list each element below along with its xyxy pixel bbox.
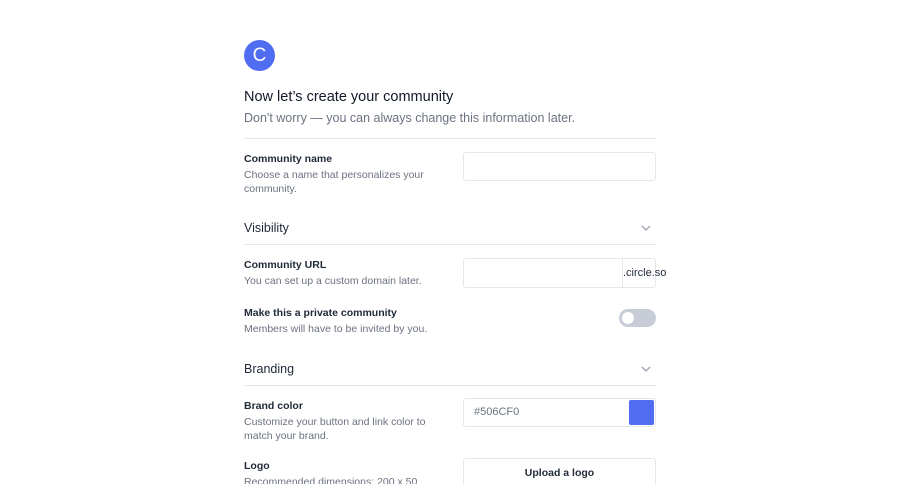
logo-label: Logo: [244, 460, 270, 472]
community-name-label: Community name: [244, 153, 333, 165]
brand-color-description: Customize your button and link color to …: [244, 416, 426, 442]
community-url-label: Community URL: [244, 259, 327, 271]
url-suffix: .circle.so: [622, 259, 666, 287]
brand-color-swatch[interactable]: [629, 400, 654, 425]
page-subtitle: Don't worry — you can always change this…: [244, 111, 576, 125]
brand-color-field[interactable]: #506CF0: [463, 398, 656, 427]
visibility-section-title: Visibility: [244, 221, 289, 235]
community-name-input[interactable]: [463, 152, 656, 181]
community-name-description: Choose a name that personalizes your com…: [244, 169, 424, 195]
private-community-toggle[interactable]: [619, 309, 656, 327]
branding-section-title: Branding: [244, 362, 295, 376]
community-url-description: You can set up a custom domain later.: [244, 275, 422, 287]
divider: [244, 385, 656, 386]
brand-color-value[interactable]: #506CF0: [474, 399, 519, 426]
community-avatar: C: [244, 40, 275, 71]
brand-color-label: Brand color: [244, 400, 303, 412]
private-community-description: Members will have to be invited by you.: [244, 323, 428, 335]
upload-logo-button[interactable]: Upload a logo: [463, 458, 656, 484]
chevron-down-icon[interactable]: [640, 364, 652, 374]
toggle-knob: [622, 312, 634, 324]
divider: [244, 244, 656, 245]
chevron-down-icon[interactable]: [640, 223, 652, 233]
logo-description: Recommended dimensions: 200 x 50: [244, 476, 418, 484]
private-community-label: Make this a private community: [244, 307, 397, 319]
community-url-field: .circle.so: [463, 258, 666, 288]
community-url-input[interactable]: [464, 259, 622, 287]
divider: [244, 138, 656, 139]
page-title: Now let’s create your community: [244, 89, 454, 105]
